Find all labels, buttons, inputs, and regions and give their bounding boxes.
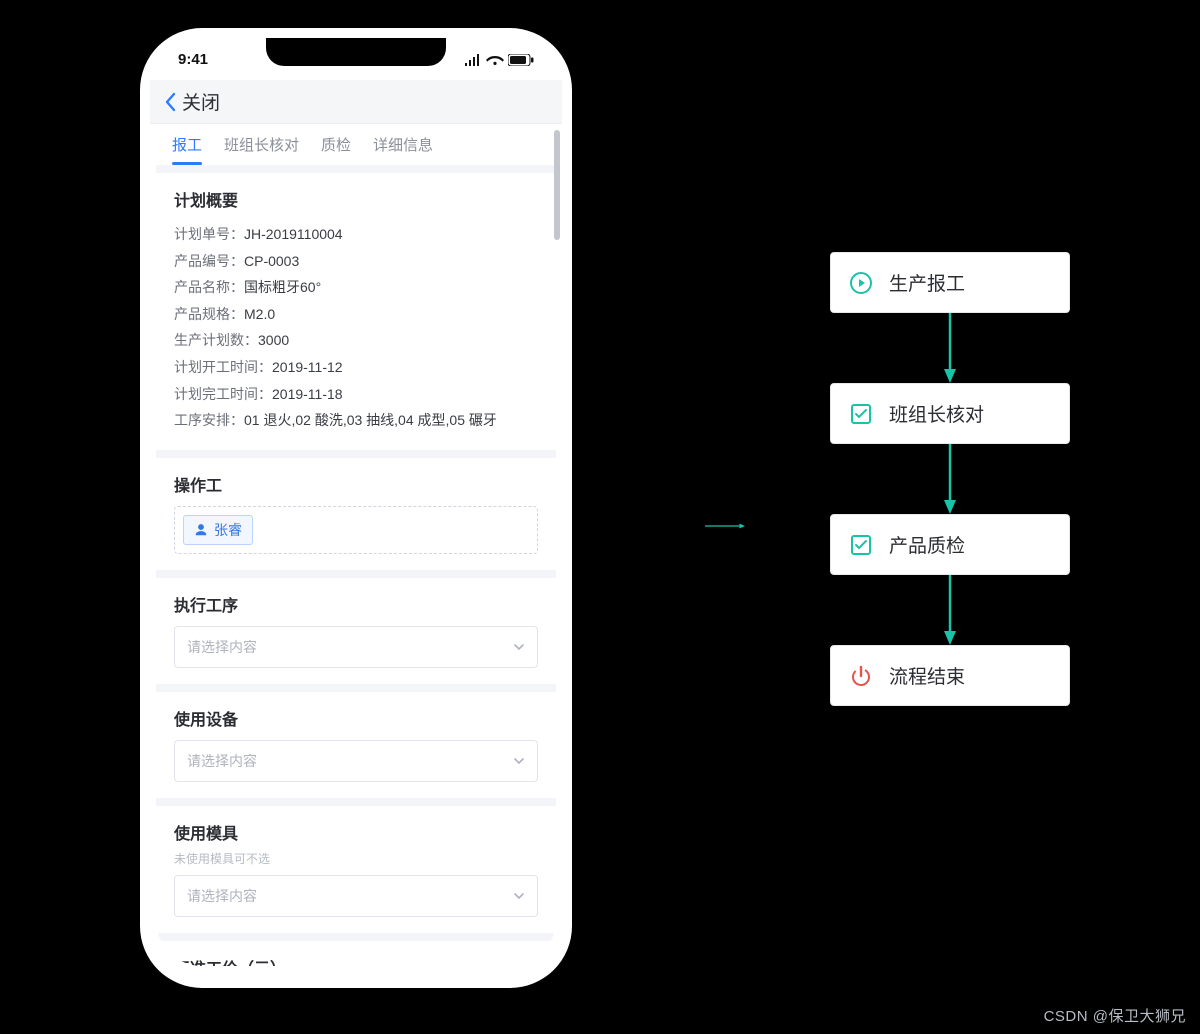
battery-icon — [508, 54, 534, 66]
section-mold: 使用模具 未使用模具可不选 请选择内容 — [156, 798, 556, 933]
chevron-down-icon — [513, 755, 525, 767]
section-price: 标准工价（元） 暂无内容 — [156, 933, 556, 966]
nav-title[interactable]: 关闭 — [182, 88, 220, 115]
chevron-down-icon — [513, 641, 525, 653]
play-icon — [849, 271, 873, 295]
qty: 3000 — [258, 332, 289, 348]
user-icon — [194, 523, 208, 537]
step-placeholder: 请选择内容 — [187, 637, 257, 657]
page-scroll[interactable]: 报工 班组长核对 质检 详细信息 计划概要 计划单号：JH-2019110004… — [156, 124, 556, 966]
flow-arrow — [942, 313, 958, 383]
status-time: 9:41 — [178, 51, 208, 68]
scrollbar[interactable] — [554, 130, 560, 240]
equipment-select[interactable]: 请选择内容 — [174, 740, 538, 782]
step-title: 执行工序 — [174, 592, 538, 616]
chevron-down-icon — [513, 890, 525, 902]
start-label: 计划开工时间： — [174, 359, 272, 375]
start: 2019-11-12 — [272, 359, 343, 375]
chevron-left-icon — [164, 92, 176, 112]
end: 2019-11-18 — [272, 386, 343, 402]
product-name: 国标粗牙60° — [244, 279, 321, 295]
operator-title: 操作工 — [174, 472, 538, 496]
link-arrow-icon — [680, 522, 770, 530]
mold-hint: 未使用模具可不选 — [174, 850, 538, 867]
tab-report[interactable]: 报工 — [172, 134, 202, 165]
operator-chip[interactable]: 张睿 — [183, 515, 253, 545]
step-select[interactable]: 请选择内容 — [174, 626, 538, 668]
product-name-label: 产品名称： — [174, 279, 244, 295]
mold-title: 使用模具 — [174, 820, 538, 844]
flow-label: 班组长核对 — [889, 400, 984, 427]
product-no: CP-0003 — [244, 253, 299, 269]
process: 01 退火,02 酸洗,03 抽线,04 成型,05 碾牙 — [244, 412, 497, 428]
phone-mock: 9:41 关闭 报工 班组长核对 质检 详细信息 — [150, 38, 562, 978]
flow-label: 生产报工 — [889, 269, 965, 296]
nav-bar: 关闭 — [150, 80, 562, 124]
wifi-icon — [486, 54, 504, 66]
plan-no: JH-2019110004 — [244, 226, 343, 242]
product-no-label: 产品编号： — [174, 253, 244, 269]
equipment-title: 使用设备 — [174, 706, 538, 730]
flow-node-report: 生产报工 — [830, 252, 1070, 313]
section-equipment: 使用设备 请选择内容 — [156, 684, 556, 798]
process-label: 工序安排： — [174, 412, 244, 428]
flow-node-verify: 班组长核对 — [830, 383, 1070, 444]
equipment-placeholder: 请选择内容 — [187, 751, 257, 771]
tab-qc[interactable]: 质检 — [321, 134, 351, 165]
end-label: 计划完工时间： — [174, 386, 272, 402]
mold-select[interactable]: 请选择内容 — [174, 875, 538, 917]
tab-bar: 报工 班组长核对 质检 详细信息 — [156, 124, 556, 165]
tab-detail[interactable]: 详细信息 — [373, 134, 433, 165]
spec-label: 产品规格： — [174, 306, 244, 322]
plan-no-label: 计划单号： — [174, 226, 244, 242]
qty-label: 生产计划数： — [174, 332, 258, 348]
price-title: 标准工价（元） — [174, 955, 538, 966]
flow-node-qc: 产品质检 — [830, 514, 1070, 575]
flow-diagram: 生产报工 班组长核对 产品质检 流程结束 — [820, 252, 1080, 706]
flow-arrow — [942, 444, 958, 514]
operator-picker[interactable]: 张睿 — [174, 506, 538, 554]
mold-placeholder: 请选择内容 — [187, 886, 257, 906]
checklist-icon — [849, 533, 873, 557]
section-operator: 操作工 张睿 — [156, 450, 556, 570]
flow-label: 产品质检 — [889, 531, 965, 558]
phone-notch — [266, 38, 446, 66]
tab-verify[interactable]: 班组长核对 — [224, 134, 299, 165]
section-step: 执行工序 请选择内容 — [156, 570, 556, 684]
flow-label: 流程结束 — [889, 662, 965, 689]
power-icon — [849, 664, 873, 688]
section-plan: 计划概要 计划单号：JH-2019110004 产品编号：CP-0003 产品名… — [156, 165, 556, 450]
watermark: CSDN @保卫大狮兄 — [1044, 1005, 1186, 1026]
spec: M2.0 — [244, 306, 275, 322]
signal-icon — [464, 54, 482, 66]
operator-name: 张睿 — [214, 520, 242, 540]
flow-arrow — [942, 575, 958, 645]
status-icons — [464, 51, 534, 68]
flow-node-end: 流程结束 — [830, 645, 1070, 706]
checklist-icon — [849, 402, 873, 426]
plan-title: 计划概要 — [174, 187, 538, 211]
back-button[interactable] — [164, 92, 176, 112]
